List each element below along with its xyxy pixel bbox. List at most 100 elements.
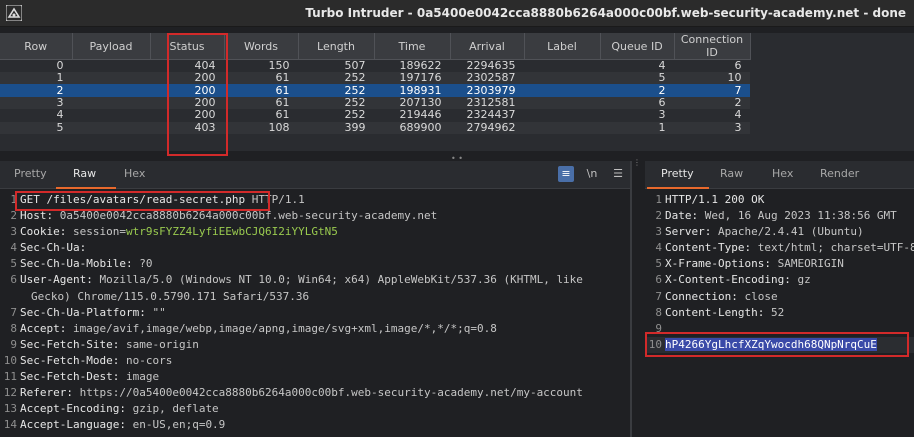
column-header[interactable]: Arrival: [450, 33, 525, 60]
table-cell: 2294635: [450, 59, 524, 72]
table-cell: 2312581: [450, 96, 524, 110]
code-line: 11 Sec-Fetch-Dest: image: [0, 369, 630, 385]
line-number: 8: [655, 305, 662, 319]
table-row[interactable]: 5 403 108 399 689900 2794962 1 3: [0, 121, 750, 134]
tab-raw[interactable]: Raw: [73, 167, 96, 180]
header-name: Sec-Fetch-Dest:: [20, 370, 120, 384]
table-row[interactable]: 2 200 61 252 198931 2303979 2 7: [0, 84, 750, 97]
header-value: 52: [764, 305, 785, 319]
header-name: Content-Type:: [665, 241, 752, 255]
request-editor[interactable]: 1 GET /files/avatars/read-secret.php HTTP…: [0, 192, 630, 437]
wrap-lines-icon[interactable]: ≡: [558, 166, 574, 182]
table-cell: 61: [224, 96, 298, 110]
table-cell: 2302587: [450, 71, 524, 85]
response-tabbar: Pretty Raw Hex Render: [645, 161, 914, 189]
menu-icon[interactable]: ☰: [610, 166, 626, 182]
table-row[interactable]: 1 200 61 252 197176 2302587 5 10: [0, 71, 750, 85]
tab-raw[interactable]: Raw: [720, 167, 743, 180]
header-value: gzip, deflate: [125, 402, 219, 416]
code-line: 10 hP4266YgLhcfXZqYwocdh68QNpNrqCuE: [645, 336, 914, 353]
code-line: 1 HTTP/1.1 200 OK: [645, 192, 914, 208]
table-cell: 2: [600, 84, 674, 97]
header-name: Sec-Fetch-Mode:: [20, 353, 120, 367]
results-header-row: Row Payload Status Words Length Time Arrival La…: [0, 33, 751, 60]
line-number: 5: [655, 257, 662, 271]
column-header[interactable]: Length: [298, 33, 375, 60]
header-value: SAMEORIGIN: [770, 257, 844, 271]
header-name: Content-Length:: [665, 305, 765, 319]
table-cell: 219446: [374, 109, 450, 122]
line-number: 9: [10, 337, 17, 351]
table-cell: 2794962: [450, 121, 524, 134]
code-line: 14 Accept-Language: en-US,en;q=0.9: [0, 417, 630, 433]
tab-render[interactable]: Render: [820, 167, 859, 180]
code-line: 4 Content-Type: text/html; charset=UTF-8: [645, 240, 914, 256]
table-cell: [72, 121, 150, 134]
table-cell: 200: [150, 71, 224, 85]
code-line: 3 Cookie: session=wtr9sFYZZ4LyfiEEwbCJQ6I…: [0, 224, 630, 240]
table-cell: 399: [298, 121, 374, 134]
table-cell: 403: [150, 121, 224, 134]
table-cell: 252: [298, 71, 374, 85]
header-name: Server:: [665, 225, 712, 239]
line-number: 11: [3, 370, 17, 384]
column-header[interactable]: Payload: [72, 33, 151, 60]
line-number: 3: [10, 225, 17, 239]
header-name: Accept:: [20, 321, 67, 335]
table-cell: [524, 72, 600, 85]
line-number: 8: [10, 321, 17, 335]
column-header[interactable]: Time: [374, 33, 451, 60]
column-header[interactable]: Status: [150, 33, 225, 60]
split-handle[interactable]: ⋮: [629, 158, 645, 167]
active-tab-indicator: [647, 187, 709, 189]
column-header[interactable]: Queue ID: [600, 33, 675, 60]
code-line: 3 Server: Apache/2.4.41 (Ubuntu): [645, 224, 914, 240]
table-cell: 7: [674, 84, 750, 97]
newline-toggle-button[interactable]: \n: [584, 166, 600, 182]
table-cell: 3: [600, 109, 674, 122]
table-cell: 10: [674, 71, 750, 85]
header-name: HTTP/1.1 200 OK: [665, 193, 765, 206]
tab-pretty[interactable]: Pretty: [14, 167, 47, 180]
header-value: image: [119, 370, 160, 384]
column-header[interactable]: Connection ID: [674, 33, 751, 60]
table-row[interactable]: 4 200 61 252 219446 2324437 3 4: [0, 109, 750, 122]
table-cell: 108: [224, 121, 298, 134]
table-cell: 207130: [374, 96, 450, 110]
header-value: https://0a5400e0042cca8880b6264a000c00bf…: [72, 386, 583, 400]
header-name: Sec-Ch-Ua-Platform:: [20, 305, 146, 319]
response-editor[interactable]: 1 HTTP/1.1 200 OK 2 Date: Wed, 16 Aug 2023 …: [645, 192, 914, 437]
header-name: Date:: [665, 209, 699, 223]
line-number: 1: [655, 193, 662, 206]
tab-hex[interactable]: Hex: [772, 167, 793, 180]
table-cell: 197176: [374, 71, 450, 85]
table-cell: 61: [224, 84, 298, 97]
table-cell: 4: [0, 109, 72, 122]
table-cell: 150: [224, 59, 298, 72]
table-cell: [72, 59, 150, 72]
header-value: close: [737, 289, 778, 303]
line-number: 4: [10, 241, 17, 255]
table-cell: 1: [0, 71, 72, 85]
tab-pretty[interactable]: Pretty: [661, 167, 694, 180]
code-line: 10 Sec-Fetch-Mode: no-cors: [0, 353, 630, 369]
column-header[interactable]: Words: [224, 33, 299, 60]
table-cell: 404: [150, 59, 224, 72]
table-row[interactable]: 3 200 61 252 207130 2312581 6 2: [0, 96, 750, 110]
header-value: Wed, 16 Aug 2023 11:38:56 GMT: [698, 209, 897, 223]
code-line: 8 Content-Length: 52: [645, 305, 914, 321]
code-line: Gecko) Chrome/115.0.5790.171 Safari/537.…: [0, 289, 630, 305]
header-value: gz: [790, 273, 811, 287]
tab-hex[interactable]: Hex: [124, 167, 145, 180]
header-value: 0a5400e0042cca8880b6264a000c00bf.web-sec…: [53, 209, 438, 223]
table-cell: 2303979: [450, 84, 524, 97]
table-row[interactable]: 0 404 150 507 189622 2294635 4 6: [0, 59, 750, 72]
table-cell: [72, 72, 150, 85]
secret-value: hP4266YgLhcfXZqYwocdh68QNpNrqCuE: [665, 337, 877, 351]
header-value: HTTP/1.1: [245, 193, 305, 206]
column-header[interactable]: Label: [524, 33, 601, 60]
column-header[interactable]: Row: [0, 33, 73, 60]
table-cell: 4: [674, 109, 750, 122]
table-cell: 61: [224, 71, 298, 85]
header-name: Referer:: [20, 386, 73, 400]
